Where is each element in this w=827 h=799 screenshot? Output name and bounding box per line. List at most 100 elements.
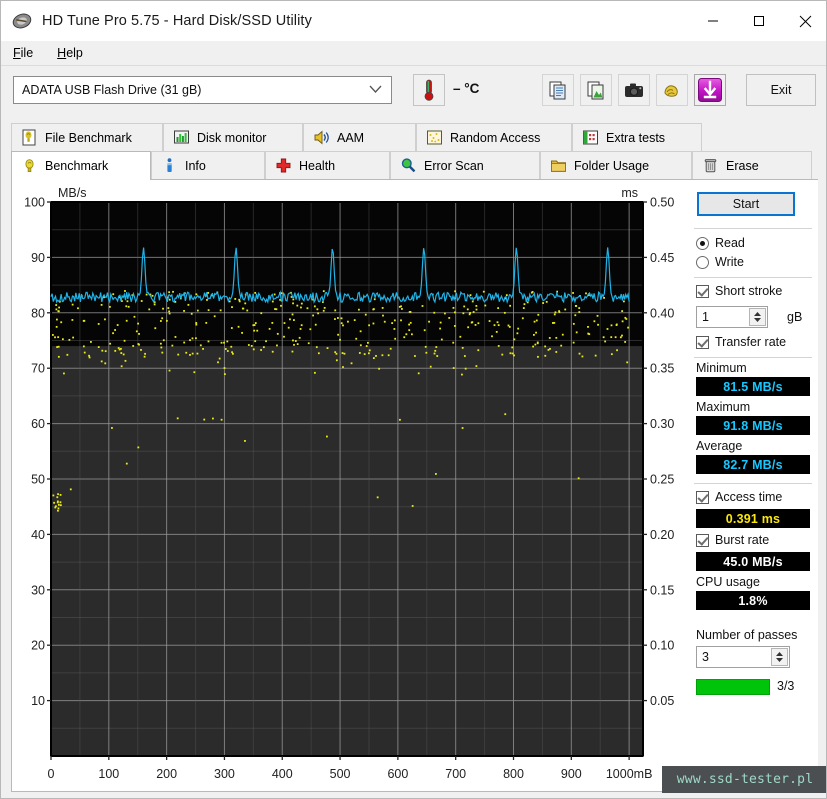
lightbulb-icon bbox=[21, 157, 38, 174]
window-controls bbox=[690, 1, 826, 41]
svg-text:300: 300 bbox=[214, 767, 235, 781]
tab-erase[interactable]: Erase bbox=[692, 151, 812, 179]
extra-tests-icon bbox=[582, 129, 599, 146]
svg-text:900: 900 bbox=[561, 767, 582, 781]
svg-text:30: 30 bbox=[31, 583, 45, 597]
radio-write[interactable]: Write bbox=[696, 255, 744, 269]
average-label: Average bbox=[696, 439, 743, 453]
copy-icon[interactable] bbox=[542, 74, 574, 106]
tab-label: Benchmark bbox=[45, 158, 109, 173]
svg-text:ms: ms bbox=[621, 186, 638, 200]
menu-bar: File Help bbox=[1, 41, 826, 66]
title-bar: HD Tune Pro 5.75 - Hard Disk/SSD Utility bbox=[1, 1, 826, 41]
svg-text:20: 20 bbox=[31, 639, 45, 653]
short-stroke-spin-arrows[interactable] bbox=[749, 308, 766, 326]
svg-text:0.30: 0.30 bbox=[650, 417, 674, 431]
drive-selector[interactable]: ADATA USB Flash Drive (31 gB) bbox=[13, 76, 392, 104]
svg-text:100: 100 bbox=[24, 196, 45, 210]
svg-text:200: 200 bbox=[156, 767, 177, 781]
window-title: HD Tune Pro 5.75 - Hard Disk/SSD Utility bbox=[42, 13, 312, 29]
checkbox-burst-rate[interactable]: Burst rate bbox=[696, 533, 769, 547]
tab-label: Extra tests bbox=[606, 130, 666, 145]
svg-text:400: 400 bbox=[272, 767, 293, 781]
tab-label: Random Access bbox=[450, 130, 541, 145]
tab-label: Disk monitor bbox=[197, 130, 267, 145]
camera-icon[interactable] bbox=[618, 74, 650, 106]
tab-extra-tests[interactable]: Extra tests bbox=[572, 123, 702, 151]
tab-disk-monitor[interactable]: Disk monitor bbox=[163, 123, 303, 151]
divider-2 bbox=[694, 277, 812, 278]
copy-image-icon[interactable] bbox=[580, 74, 612, 106]
start-label: Start bbox=[732, 197, 760, 211]
svg-text:80: 80 bbox=[31, 306, 45, 320]
chart-canvas: 10 20 30 40 50 60 70 80 90 100 0.05 0.10 0.15 0.20 0.2… bbox=[24, 186, 674, 781]
spin-down-icon[interactable] bbox=[775, 657, 784, 663]
svg-text:0.10: 0.10 bbox=[650, 639, 674, 653]
burst-rate-value: 45.0 MB/s bbox=[696, 552, 810, 571]
spin-down-icon[interactable] bbox=[753, 317, 762, 323]
tab-error-scan[interactable]: Error Scan bbox=[390, 151, 540, 179]
start-button[interactable]: Start bbox=[697, 192, 795, 216]
file-benchmark-icon bbox=[21, 129, 38, 146]
tab-label: Health bbox=[299, 158, 336, 173]
info-icon bbox=[161, 157, 178, 174]
tab-file-benchmark[interactable]: File Benchmark bbox=[11, 123, 163, 151]
checkbox-access-time[interactable]: Access time bbox=[696, 490, 782, 504]
svg-text:0.40: 0.40 bbox=[650, 306, 674, 320]
divider-4 bbox=[694, 483, 812, 484]
passes-stepper[interactable]: 3 bbox=[696, 646, 790, 668]
svg-text:60: 60 bbox=[31, 417, 45, 431]
download-arrow-icon[interactable] bbox=[694, 74, 726, 106]
transfer-rate-checkbox-indicator bbox=[696, 335, 709, 349]
magnifier-icon bbox=[400, 157, 417, 174]
progress-text: 3/3 bbox=[777, 679, 795, 693]
watermark: www.ssd-tester.pl bbox=[662, 766, 826, 793]
disk-monitor-icon bbox=[173, 129, 190, 146]
svg-text:50: 50 bbox=[31, 473, 45, 487]
menu-help[interactable]: Help bbox=[45, 43, 95, 63]
minimize-button[interactable] bbox=[690, 1, 736, 41]
thermometer-icon[interactable] bbox=[413, 74, 445, 106]
maximum-label: Maximum bbox=[696, 400, 751, 414]
radio-read[interactable]: Read bbox=[696, 236, 745, 250]
tab-info[interactable]: Info bbox=[151, 151, 265, 179]
exit-label: Exit bbox=[770, 83, 792, 97]
average-value: 82.7 MB/s bbox=[696, 455, 810, 474]
exit-button[interactable]: Exit bbox=[746, 74, 816, 106]
tab-folder-usage[interactable]: Folder Usage bbox=[540, 151, 692, 179]
passes-value: 3 bbox=[702, 650, 709, 664]
radio-write-label: Write bbox=[715, 255, 744, 269]
minimum-value: 81.5 MB/s bbox=[696, 377, 810, 396]
passes-spin-arrows[interactable] bbox=[771, 648, 788, 666]
temperature-value: – °C bbox=[453, 81, 480, 96]
speaker-icon bbox=[313, 129, 330, 146]
tab-health[interactable]: Health bbox=[265, 151, 390, 179]
burst-rate-label: Burst rate bbox=[715, 533, 770, 547]
svg-text:10: 10 bbox=[31, 694, 45, 708]
tab-label: File Benchmark bbox=[45, 130, 132, 145]
trash-icon bbox=[702, 157, 719, 174]
close-button[interactable] bbox=[782, 1, 826, 41]
folder-bundle-icon[interactable] bbox=[656, 74, 688, 106]
hd-tune-window: HD Tune Pro 5.75 - Hard Disk/SSD Utility… bbox=[0, 0, 827, 799]
svg-text:70: 70 bbox=[31, 362, 45, 376]
radio-read-label: Read bbox=[715, 236, 745, 250]
tab-benchmark[interactable]: Benchmark bbox=[11, 151, 151, 179]
menu-file[interactable]: File bbox=[1, 43, 45, 63]
short-stroke-stepper[interactable]: 1 bbox=[696, 306, 768, 328]
drive-selector-value: ADATA USB Flash Drive (31 gB) bbox=[22, 83, 202, 97]
svg-text:0.20: 0.20 bbox=[650, 528, 674, 542]
benchmark-chart: 10 20 30 40 50 60 70 80 90 100 0.05 0.10 0.15 0.20 0.2… bbox=[12, 180, 684, 790]
svg-text:800: 800 bbox=[503, 767, 524, 781]
checkbox-transfer-rate[interactable]: Transfer rate bbox=[696, 335, 786, 349]
tab-row-bottom: Benchmark Info Health Error Scan Folder … bbox=[11, 151, 818, 179]
benchmark-pane: 10 20 30 40 50 60 70 80 90 100 0.05 0.10 0.15 0.20 0.2… bbox=[11, 180, 818, 792]
tab-random-access[interactable]: Random Access bbox=[416, 123, 572, 151]
maximize-button[interactable] bbox=[736, 1, 782, 41]
checkbox-short-stroke[interactable]: Short stroke bbox=[696, 284, 782, 298]
access-time-label: Access time bbox=[715, 490, 783, 504]
access-time-checkbox-indicator bbox=[696, 490, 709, 504]
short-stroke-label: Short stroke bbox=[715, 284, 783, 298]
divider-1 bbox=[694, 228, 812, 229]
tab-aam[interactable]: AAM bbox=[303, 123, 416, 151]
